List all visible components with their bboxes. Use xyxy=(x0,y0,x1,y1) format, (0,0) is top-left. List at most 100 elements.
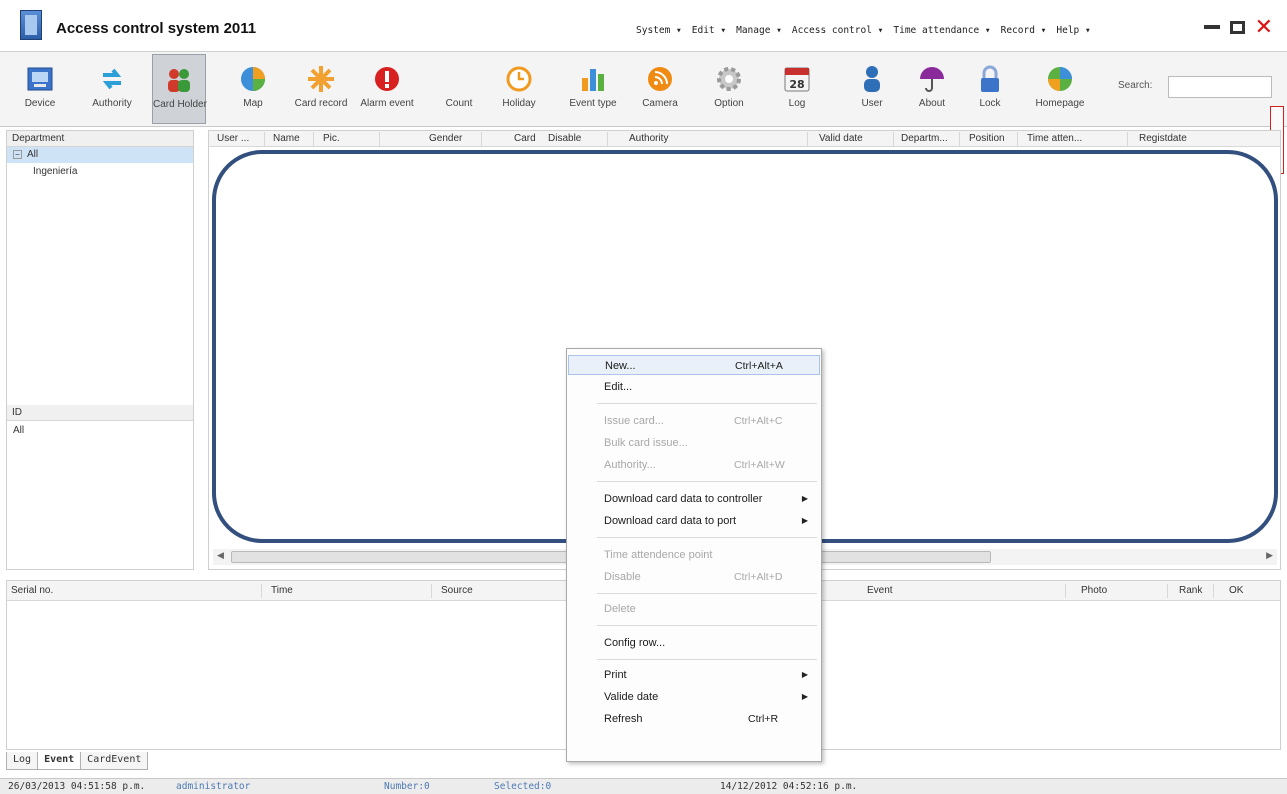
card-record-icon xyxy=(306,64,336,94)
svg-text:28: 28 xyxy=(789,78,804,91)
user-button[interactable]: User xyxy=(846,54,898,124)
col-rank[interactable]: Rank xyxy=(1179,581,1202,601)
gear-icon xyxy=(714,64,744,94)
count-button[interactable]: Count xyxy=(434,54,484,124)
bottom-tabs: Log Event CardEvent xyxy=(6,752,149,770)
tab-event[interactable]: Event xyxy=(37,752,82,770)
search-input[interactable] xyxy=(1168,76,1272,98)
tab-card-event[interactable]: CardEvent xyxy=(80,752,149,770)
minimize-icon[interactable] xyxy=(1203,25,1220,29)
col-authority[interactable]: Authority xyxy=(629,131,668,147)
menu-system[interactable]: System ▾ xyxy=(636,25,682,36)
menu-manage[interactable]: Manage ▾ xyxy=(736,25,782,36)
lock-button[interactable]: Lock xyxy=(970,54,1010,124)
close-icon[interactable]: ✕ xyxy=(1255,16,1273,38)
col-serial-no[interactable]: Serial no. xyxy=(11,581,53,601)
col-name[interactable]: Name xyxy=(273,131,300,147)
menu-item-issue-card: Issue card... Ctrl+Alt+C xyxy=(604,415,783,427)
menu-item-print[interactable]: Print ▶ xyxy=(568,665,820,685)
scroll-left-icon[interactable]: ◀ xyxy=(217,550,224,561)
context-menu: New... Ctrl+Alt+A Edit... Issue card... … xyxy=(566,348,822,762)
submenu-arrow-icon: ▶ xyxy=(801,692,808,701)
holiday-button[interactable]: Holiday xyxy=(496,54,542,124)
log-button[interactable]: 28 Log xyxy=(774,54,820,124)
menu-item-disable: Disable Ctrl+Alt+D xyxy=(604,571,783,583)
tree-item-ingenieria[interactable]: Ingeniería xyxy=(7,163,193,181)
status-bar: 26/03/2013 04:51:58 p.m. administrator N… xyxy=(0,778,1287,794)
col-valid-date[interactable]: Valid date xyxy=(819,131,863,147)
department-panel: Department − All Ingeniería ID All xyxy=(6,130,194,570)
scroll-right-icon[interactable]: ▶ xyxy=(1266,550,1273,561)
status-number: Number:0 xyxy=(384,781,430,792)
grid-header: User ... Name Pic. Gender Card Disable A… xyxy=(209,131,1280,147)
device-icon xyxy=(25,64,55,94)
menu-record[interactable]: Record ▾ xyxy=(1001,25,1047,36)
globe-icon xyxy=(1045,64,1075,94)
umbrella-icon xyxy=(917,64,947,94)
id-header: ID xyxy=(7,405,193,421)
col-time-attendance[interactable]: Time atten... xyxy=(1027,131,1082,147)
menu-item-time-attendance-point: Time attendence point xyxy=(604,549,713,561)
col-card[interactable]: Card xyxy=(514,131,536,147)
submenu-arrow-icon: ▶ xyxy=(801,494,808,503)
submenu-arrow-icon: ▶ xyxy=(801,516,808,525)
menu-bar: System ▾ Edit ▾ Manage ▾ Access control … xyxy=(636,25,1101,36)
col-source[interactable]: Source xyxy=(441,581,473,601)
search-label: Search: xyxy=(1118,80,1153,91)
menu-item-refresh[interactable]: Refresh Ctrl+R xyxy=(568,709,820,729)
menu-edit[interactable]: Edit ▾ xyxy=(692,25,726,36)
title-bar: Access control system 2011 System ▾ Edit… xyxy=(0,0,1287,52)
col-user[interactable]: User ... xyxy=(217,131,249,147)
id-value[interactable]: All xyxy=(13,425,24,436)
app-title: Access control system 2011 xyxy=(56,20,257,37)
clock-icon xyxy=(504,64,534,94)
menu-help[interactable]: Help ▾ xyxy=(1056,25,1090,36)
menu-access-control[interactable]: Access control ▾ xyxy=(792,25,884,36)
menu-item-authority: Authority... Ctrl+Alt+W xyxy=(604,459,785,471)
maximize-icon[interactable] xyxy=(1229,20,1245,34)
col-registdate[interactable]: Registdate xyxy=(1139,131,1187,147)
lock-icon xyxy=(975,64,1005,94)
option-button[interactable]: Option xyxy=(706,54,752,124)
submenu-arrow-icon: ▶ xyxy=(801,670,808,679)
alarm-icon xyxy=(372,64,402,94)
menu-time-attendance[interactable]: Time attendance ▾ xyxy=(893,25,990,36)
authority-icon xyxy=(97,64,127,94)
map-icon xyxy=(238,64,268,94)
col-ok[interactable]: OK xyxy=(1229,581,1243,601)
col-time[interactable]: Time xyxy=(271,581,293,601)
menu-item-download-to-controller[interactable]: Download card data to controller ▶ xyxy=(568,489,820,509)
tab-log[interactable]: Log xyxy=(6,752,39,770)
toolbar: Device Authority Card Holder Map Card re… xyxy=(0,52,1287,174)
menu-item-new[interactable]: New... Ctrl+Alt+A xyxy=(568,355,820,375)
about-button[interactable]: About xyxy=(908,54,956,124)
authority-button[interactable]: Authority xyxy=(86,54,138,124)
menu-item-config-row[interactable]: Config row... xyxy=(568,633,820,653)
col-position[interactable]: Position xyxy=(969,131,1005,147)
card-holder-icon xyxy=(164,65,194,95)
window-controls: ✕ xyxy=(1203,16,1273,38)
department-header: Department xyxy=(7,131,193,147)
alarm-event-button[interactable]: Alarm event xyxy=(356,54,418,124)
camera-icon xyxy=(645,64,675,94)
menu-item-edit[interactable]: Edit... xyxy=(568,377,820,397)
tree-item-all[interactable]: − All xyxy=(7,147,193,163)
event-type-button[interactable]: Event type xyxy=(562,54,624,124)
card-record-button[interactable]: Card record xyxy=(290,54,352,124)
col-gender[interactable]: Gender xyxy=(429,131,462,147)
col-department[interactable]: Departm... xyxy=(901,131,948,147)
menu-item-download-to-port[interactable]: Download card data to port ▶ xyxy=(568,511,820,531)
status-selected: Selected:0 xyxy=(494,781,552,792)
card-holder-button[interactable]: Card Holder xyxy=(152,54,207,124)
map-button[interactable]: Map xyxy=(230,54,276,124)
col-disable[interactable]: Disable xyxy=(548,131,581,147)
menu-item-delete: Delete xyxy=(604,603,636,615)
homepage-button[interactable]: Homepage xyxy=(1030,54,1090,124)
device-button[interactable]: Device xyxy=(14,54,66,124)
menu-item-valide-date[interactable]: Valide date ▶ xyxy=(568,687,820,707)
col-pic[interactable]: Pic. xyxy=(323,131,340,147)
collapse-icon[interactable]: − xyxy=(13,149,22,159)
col-photo[interactable]: Photo xyxy=(1081,581,1107,601)
col-event[interactable]: Event xyxy=(867,581,893,601)
camera-button[interactable]: Camera xyxy=(634,54,686,124)
